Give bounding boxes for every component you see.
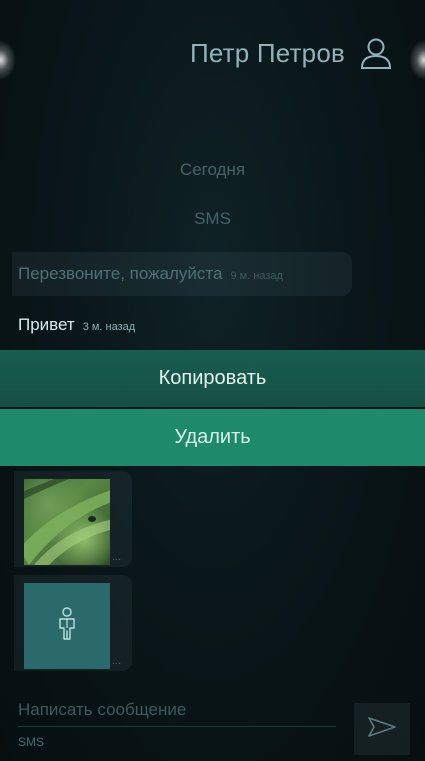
- copy-menu-item[interactable]: Копировать: [0, 350, 425, 407]
- conversation-header: Петр Петров: [190, 33, 393, 73]
- image-attachment-message[interactable]: ...: [14, 471, 132, 567]
- compose-channel-label: SMS: [18, 735, 45, 749]
- message-compose-field[interactable]: Написать сообщение SMS: [18, 700, 348, 749]
- pulley-indicator-right: [409, 40, 425, 80]
- attachment-more: ...: [112, 551, 122, 563]
- message-time: 3 м. назад: [82, 321, 136, 333]
- send-button[interactable]: [354, 703, 410, 755]
- attachment-more: ...: [112, 655, 122, 667]
- date-section-label: Сегодня: [179, 160, 246, 179]
- outgoing-message[interactable]: Привет 3 м. назад: [18, 315, 135, 335]
- contact-card-icon: [56, 607, 78, 645]
- channel-label: SMS: [194, 209, 231, 228]
- message-text: Привет: [18, 315, 75, 334]
- message-text: Перезвоните, пожалуйста: [18, 264, 223, 283]
- delete-menu-item[interactable]: Удалить: [0, 409, 425, 466]
- contact-name[interactable]: Петр Петров: [190, 38, 345, 69]
- pulley-indicator-left: [0, 40, 16, 80]
- contact-attachment-message[interactable]: ...: [14, 575, 132, 671]
- compose-placeholder[interactable]: Написать сообщение: [18, 700, 348, 720]
- compose-underline: [18, 726, 336, 727]
- image-thumbnail[interactable]: [24, 479, 110, 565]
- send-icon: [368, 717, 396, 741]
- person-icon[interactable]: [359, 36, 393, 70]
- message-time: 9 м. назад: [230, 269, 283, 282]
- contact-card-thumbnail[interactable]: [24, 583, 110, 669]
- incoming-message[interactable]: Перезвоните, пожалуйста 9 м. назад: [12, 252, 352, 296]
